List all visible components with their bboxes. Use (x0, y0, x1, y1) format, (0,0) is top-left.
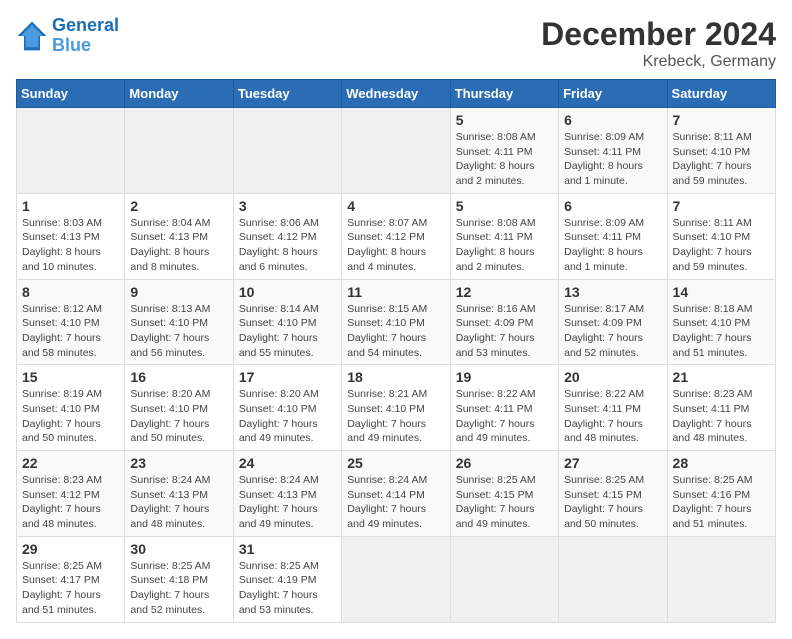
list-item: 1 Sunrise: 8:03 AMSunset: 4:13 PMDayligh… (17, 193, 125, 279)
list-item: 10 Sunrise: 8:14 AMSunset: 4:10 PMDaylig… (233, 279, 341, 365)
list-item: 14 Sunrise: 8:18 AMSunset: 4:10 PMDaylig… (667, 279, 775, 365)
list-item: 24 Sunrise: 8:24 AMSunset: 4:13 PMDaylig… (233, 451, 341, 537)
list-item: 9 Sunrise: 8:13 AMSunset: 4:10 PMDayligh… (125, 279, 233, 365)
col-friday: Friday (559, 80, 667, 108)
col-saturday: Saturday (667, 80, 775, 108)
list-item: 16 Sunrise: 8:20 AMSunset: 4:10 PMDaylig… (125, 365, 233, 451)
empty-cell (450, 536, 558, 622)
col-tuesday: Tuesday (233, 80, 341, 108)
list-item: 21 Sunrise: 8:23 AMSunset: 4:11 PMDaylig… (667, 365, 775, 451)
list-item: 6 Sunrise: 8:09 AMSunset: 4:11 PMDayligh… (559, 193, 667, 279)
list-item: 7 Sunrise: 8:11 AMSunset: 4:10 PMDayligh… (667, 193, 775, 279)
col-wednesday: Wednesday (342, 80, 450, 108)
list-item: 29 Sunrise: 8:25 AMSunset: 4:17 PMDaylig… (17, 536, 125, 622)
table-row: 22 Sunrise: 8:23 AMSunset: 4:12 PMDaylig… (17, 451, 776, 537)
title-block: December 2024 Krebeck, Germany (541, 16, 776, 71)
list-item: 23 Sunrise: 8:24 AMSunset: 4:13 PMDaylig… (125, 451, 233, 537)
list-item: 6 Sunrise: 8:09 AMSunset: 4:11 PMDayligh… (559, 108, 667, 194)
logo-text: General Blue (52, 16, 119, 56)
list-item: 5 Sunrise: 8:08 AMSunset: 4:11 PMDayligh… (450, 193, 558, 279)
list-item: 30 Sunrise: 8:25 AMSunset: 4:18 PMDaylig… (125, 536, 233, 622)
header-row: Sunday Monday Tuesday Wednesday Thursday… (17, 80, 776, 108)
list-item: 19 Sunrise: 8:22 AMSunset: 4:11 PMDaylig… (450, 365, 558, 451)
empty-cell (342, 108, 450, 194)
col-monday: Monday (125, 80, 233, 108)
col-sunday: Sunday (17, 80, 125, 108)
empty-cell (667, 536, 775, 622)
list-item: 3 Sunrise: 8:06 AMSunset: 4:12 PMDayligh… (233, 193, 341, 279)
list-item: 27 Sunrise: 8:25 AMSunset: 4:15 PMDaylig… (559, 451, 667, 537)
calendar-table: Sunday Monday Tuesday Wednesday Thursday… (16, 79, 776, 623)
empty-cell (233, 108, 341, 194)
table-row: 1 Sunrise: 8:03 AMSunset: 4:13 PMDayligh… (17, 193, 776, 279)
list-item: 31 Sunrise: 8:25 AMSunset: 4:19 PMDaylig… (233, 536, 341, 622)
empty-cell (125, 108, 233, 194)
page-subtitle: Krebeck, Germany (541, 53, 776, 71)
list-item: 4 Sunrise: 8:07 AMSunset: 4:12 PMDayligh… (342, 193, 450, 279)
list-item: 11 Sunrise: 8:15 AMSunset: 4:10 PMDaylig… (342, 279, 450, 365)
list-item: 20 Sunrise: 8:22 AMSunset: 4:11 PMDaylig… (559, 365, 667, 451)
list-item: 13 Sunrise: 8:17 AMSunset: 4:09 PMDaylig… (559, 279, 667, 365)
list-item: 28 Sunrise: 8:25 AMSunset: 4:16 PMDaylig… (667, 451, 775, 537)
list-item: 15 Sunrise: 8:19 AMSunset: 4:10 PMDaylig… (17, 365, 125, 451)
list-item: 12 Sunrise: 8:16 AMSunset: 4:09 PMDaylig… (450, 279, 558, 365)
logo: General Blue (16, 16, 119, 56)
table-row: 15 Sunrise: 8:19 AMSunset: 4:10 PMDaylig… (17, 365, 776, 451)
list-item: 18 Sunrise: 8:21 AMSunset: 4:10 PMDaylig… (342, 365, 450, 451)
empty-cell (17, 108, 125, 194)
col-thursday: Thursday (450, 80, 558, 108)
list-item: 7 Sunrise: 8:11 AMSunset: 4:10 PMDayligh… (667, 108, 775, 194)
page-header: General Blue December 2024 Krebeck, Germ… (16, 16, 776, 71)
table-row: 8 Sunrise: 8:12 AMSunset: 4:10 PMDayligh… (17, 279, 776, 365)
list-item: 8 Sunrise: 8:12 AMSunset: 4:10 PMDayligh… (17, 279, 125, 365)
table-row: 5 Sunrise: 8:08 AMSunset: 4:11 PMDayligh… (17, 108, 776, 194)
list-item: 26 Sunrise: 8:25 AMSunset: 4:15 PMDaylig… (450, 451, 558, 537)
list-item: 25 Sunrise: 8:24 AMSunset: 4:14 PMDaylig… (342, 451, 450, 537)
empty-cell (342, 536, 450, 622)
list-item: 22 Sunrise: 8:23 AMSunset: 4:12 PMDaylig… (17, 451, 125, 537)
empty-cell (559, 536, 667, 622)
list-item: 17 Sunrise: 8:20 AMSunset: 4:10 PMDaylig… (233, 365, 341, 451)
logo-icon (16, 20, 48, 52)
table-row: 29 Sunrise: 8:25 AMSunset: 4:17 PMDaylig… (17, 536, 776, 622)
list-item: 5 Sunrise: 8:08 AMSunset: 4:11 PMDayligh… (450, 108, 558, 194)
page-title: December 2024 (541, 16, 776, 53)
list-item: 2 Sunrise: 8:04 AMSunset: 4:13 PMDayligh… (125, 193, 233, 279)
